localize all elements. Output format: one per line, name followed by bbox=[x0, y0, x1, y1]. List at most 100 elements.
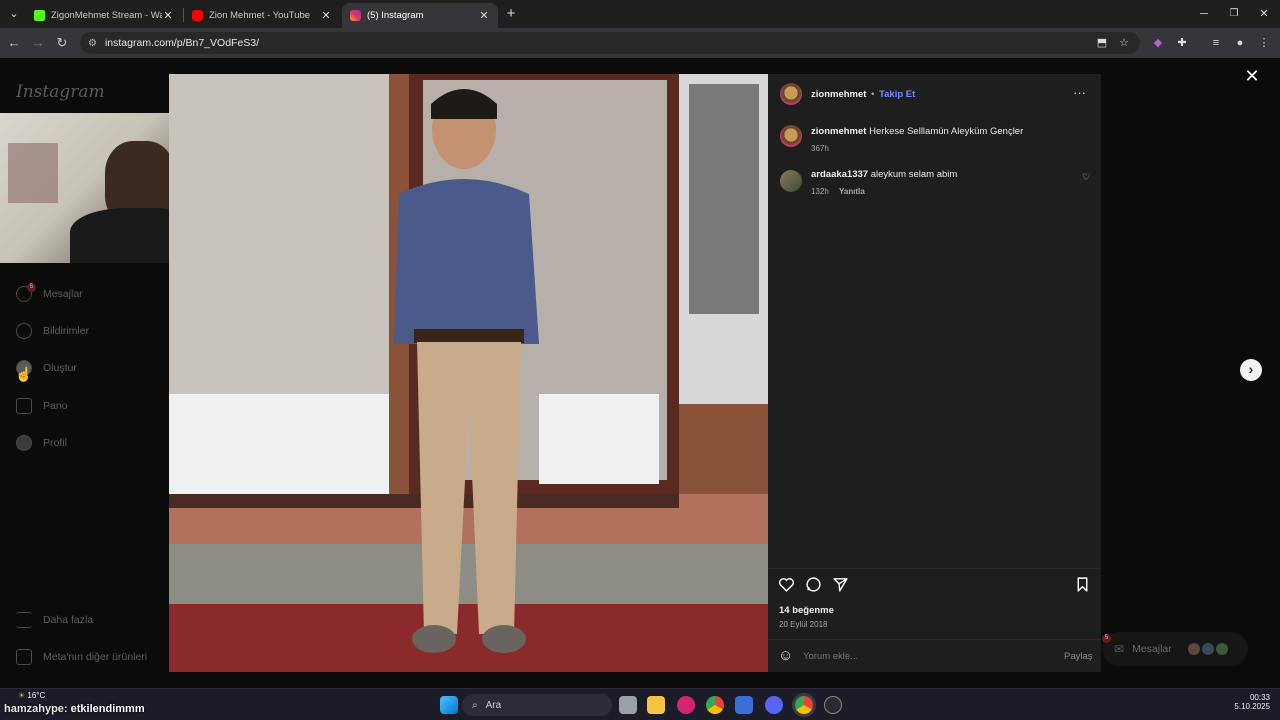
post-comment-button[interactable]: Paylaş bbox=[1064, 651, 1093, 662]
bookmark-star-icon[interactable]: ☆ bbox=[1116, 35, 1132, 51]
heart-icon bbox=[16, 323, 32, 339]
comment-text: aleykum selam abim bbox=[870, 169, 958, 180]
tab-kick[interactable]: ZigonMehmet Stream - Watch Live ✕ bbox=[26, 3, 182, 28]
search-icon: ⌕ bbox=[472, 699, 478, 711]
caption-time: 367h bbox=[811, 144, 829, 153]
tab-search-icon[interactable]: ⌄ bbox=[6, 6, 22, 22]
address-bar[interactable]: ⚙ instagram.com/p/Bn7_VOdFeS3/ bbox=[80, 32, 1140, 54]
sidebar-item-label: Meta'nın diğer ürünleri bbox=[43, 651, 148, 663]
comment: ardaaka1337 aleykum selam abim bbox=[811, 169, 1071, 180]
save-bookmark-icon[interactable] bbox=[1074, 576, 1091, 593]
app-icon[interactable] bbox=[735, 696, 753, 714]
tab-youtube[interactable]: Zion Mehmet - YouTube ✕ bbox=[184, 3, 340, 28]
author-avatar[interactable] bbox=[780, 83, 802, 105]
sidebar-item-profile[interactable]: Profil bbox=[16, 435, 67, 451]
close-window-icon[interactable]: ✕ bbox=[1256, 6, 1272, 22]
extensions-puzzle-icon[interactable]: ✚ bbox=[1174, 35, 1190, 51]
share-send-icon[interactable] bbox=[832, 576, 849, 593]
separator-dot: • bbox=[871, 89, 875, 100]
grid-icon bbox=[16, 649, 32, 665]
windows-start-icon[interactable] bbox=[440, 696, 458, 714]
post-header: zionmehmet • Takip Et bbox=[811, 89, 915, 100]
sidebar-item-label: Mesajlar bbox=[43, 288, 83, 300]
sidebar-item-notifications[interactable]: Bildirimler bbox=[16, 323, 89, 339]
follow-button[interactable]: Takip Et bbox=[879, 89, 915, 100]
clock-time: 00:33 bbox=[1249, 693, 1270, 702]
clock-date: 5.10.2025 bbox=[1234, 702, 1270, 711]
extension-icon[interactable]: ◆ bbox=[1150, 35, 1166, 51]
url-text[interactable]: instagram.com/p/Bn7_VOdFeS3/ bbox=[105, 37, 259, 49]
opera-gx-icon[interactable] bbox=[677, 696, 695, 714]
close-tab-icon[interactable]: ✕ bbox=[162, 9, 174, 22]
close-tab-icon[interactable]: ✕ bbox=[320, 9, 332, 22]
restore-icon[interactable]: ❐ bbox=[1226, 6, 1242, 22]
minimize-icon[interactable]: ─ bbox=[1196, 6, 1212, 22]
sidebar-item-meta-products[interactable]: Meta'nın diğer ürünleri bbox=[16, 649, 147, 665]
sidebar-item-dashboard[interactable]: Pano bbox=[16, 398, 68, 414]
taskbar-search[interactable]: ⌕ Ara bbox=[462, 694, 612, 716]
instagram-page: Instagram Mesajlar 5 Bildirimler Oluştur… bbox=[0, 58, 1280, 688]
tab-title: (5) Instagram bbox=[367, 10, 424, 21]
browser-menu-icon[interactable]: ⋮ bbox=[1256, 35, 1272, 51]
post-photo-illustration bbox=[169, 74, 768, 672]
site-info-icon[interactable]: ⚙ bbox=[88, 38, 97, 49]
commenter-avatar[interactable] bbox=[780, 170, 802, 192]
weather-temperature: 16°C bbox=[27, 691, 46, 700]
browser-tab-strip: ⌄ ZigonMehmet Stream - Watch Live ✕ Zion… bbox=[0, 0, 1280, 28]
post-detail-panel: zionmehmet • Takip Et ··· zionmehmet Her… bbox=[768, 74, 1101, 672]
comment-username[interactable]: ardaaka1337 bbox=[811, 169, 868, 180]
author-username[interactable]: zionmehmet bbox=[811, 89, 866, 100]
sidebar-item-messages[interactable]: Mesajlar bbox=[16, 286, 83, 302]
caption-username[interactable]: zionmehmet bbox=[811, 126, 866, 137]
caption: zionmehmet Herkese Selllamün Aleyküm Gen… bbox=[811, 126, 1091, 137]
more-options-button[interactable]: ··· bbox=[1073, 85, 1086, 100]
close-tab-icon[interactable]: ✕ bbox=[478, 9, 490, 22]
new-tab-button[interactable]: + bbox=[503, 6, 519, 22]
reply-button[interactable]: Yanıtla bbox=[839, 187, 865, 196]
post-date: 20 Eylül 2018 bbox=[779, 620, 828, 629]
reload-icon[interactable]: ↻ bbox=[54, 35, 70, 51]
profile-icon bbox=[16, 435, 32, 451]
avatar bbox=[1187, 643, 1200, 655]
close-modal-icon[interactable]: ✕ bbox=[1244, 67, 1260, 85]
task-view-icon[interactable] bbox=[619, 696, 637, 714]
like-heart-icon[interactable] bbox=[778, 576, 795, 593]
kick-favicon-icon bbox=[34, 10, 45, 21]
caption-avatar[interactable] bbox=[780, 125, 802, 147]
wall-poster bbox=[8, 143, 58, 203]
media-control-icon[interactable]: ≡ bbox=[1208, 35, 1224, 51]
comment-bubble-icon[interactable] bbox=[805, 576, 822, 593]
avatar bbox=[1201, 643, 1214, 655]
sidebar-item-more[interactable]: Daha fazla bbox=[16, 612, 93, 628]
chrome-active-icon[interactable] bbox=[795, 696, 813, 714]
post-photo[interactable] bbox=[169, 74, 768, 672]
file-explorer-icon[interactable] bbox=[647, 696, 665, 714]
instagram-logo[interactable]: Instagram bbox=[16, 82, 105, 102]
sidebar-item-label: Pano bbox=[43, 400, 68, 412]
comment-input[interactable] bbox=[803, 647, 1043, 665]
emoji-icon[interactable]: ☺ bbox=[778, 647, 796, 665]
obs-icon[interactable] bbox=[824, 696, 842, 714]
discord-icon[interactable] bbox=[765, 696, 783, 714]
message-avatars bbox=[1187, 643, 1228, 655]
weather-widget[interactable]: ☀ 16°C bbox=[18, 691, 45, 700]
forward-icon[interactable]: → bbox=[30, 35, 46, 51]
taskbar-clock[interactable]: 00:33 5.10.2025 bbox=[1232, 693, 1270, 711]
messenger-icon: ✉ bbox=[1114, 642, 1125, 656]
profile-avatar[interactable]: ● bbox=[1232, 35, 1248, 51]
menu-icon bbox=[16, 612, 32, 628]
install-app-icon[interactable]: ⬒ bbox=[1094, 35, 1110, 51]
next-post-chevron-icon[interactable]: › bbox=[1240, 359, 1262, 381]
youtube-favicon-icon bbox=[192, 10, 203, 21]
back-icon[interactable]: ← bbox=[6, 35, 22, 51]
windows-taskbar: ☀ 16°C ⌕ Ara 00:33 5.10.2025 bbox=[0, 688, 1280, 720]
likes-count[interactable]: 14 beğenme bbox=[779, 605, 834, 616]
messages-pill-button[interactable]: ✉ Mesajlar bbox=[1102, 632, 1248, 666]
search-placeholder: Ara bbox=[485, 699, 502, 711]
chart-icon bbox=[16, 398, 32, 414]
sidebar-item-label: Daha fazla bbox=[43, 614, 94, 626]
tab-instagram[interactable]: (5) Instagram ✕ bbox=[342, 3, 498, 28]
comment-like-heart-icon[interactable]: ♡ bbox=[1082, 172, 1090, 183]
chrome-icon[interactable] bbox=[706, 696, 724, 714]
messages-pill-label: Mesajlar bbox=[1132, 643, 1172, 655]
